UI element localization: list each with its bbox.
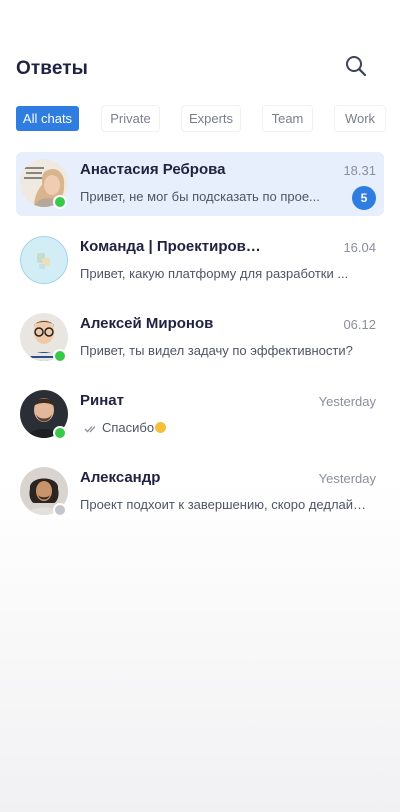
offline-status-indicator [53,503,67,517]
page-title: Ответы [16,58,88,79]
chat-time: 06.12 [343,317,376,332]
chat-preview: Привет, ты видел задачу по эффективности… [80,343,353,358]
avatar [20,236,68,284]
chat-name: Анастасия Реброва [80,161,226,178]
chat-name: Александр [80,469,161,486]
chat-item[interactable]: Ринат Yesterday Спасибо [16,383,384,447]
chat-filter-tabs: All chats Private Experts Team Work [16,106,400,131]
chat-item[interactable]: Команда | Проектирование ин... 16.04 При… [16,229,384,293]
chat-item[interactable]: Алексей Миронов 06.12 Привет, ты видел з… [16,306,384,370]
chat-preview: Спасибо [102,420,302,435]
double-check-icon [84,426,96,433]
online-status-indicator [53,426,67,440]
tab-work[interactable]: Work [335,106,385,131]
tab-team[interactable]: Team [263,106,312,131]
chat-item[interactable]: Александр Yesterday Проект подхоит к зав… [16,460,384,524]
chat-time: Yesterday [318,471,376,486]
unread-count-badge: 5 [352,186,376,210]
chat-name: Алексей Миронов [80,315,214,332]
smile-emoji-icon [155,422,167,433]
chat-name: Команда | Проектирование ин... [80,238,266,255]
tab-all-chats[interactable]: All chats [16,106,79,131]
header: Ответы [16,52,384,88]
chat-preview: Привет, не мог бы подсказать по прое... [80,189,320,204]
chat-preview: Привет, какую платформу для разработки .… [80,266,349,281]
online-status-indicator [53,195,67,209]
chat-time: 16.04 [343,240,376,255]
chat-item[interactable]: Анастасия Реброва 18.31 Привет, не мог б… [16,152,384,216]
tab-private[interactable]: Private [102,106,159,131]
chat-preview-text: Спасибо [102,420,155,435]
search-icon[interactable] [344,54,368,78]
tab-experts[interactable]: Experts [182,106,240,131]
chat-time: Yesterday [318,394,376,409]
online-status-indicator [53,349,67,363]
chat-list-screen: Ответы All chats Private Experts Team Wo… [0,0,400,812]
chat-preview: Проект подхоит к завершению, скоро дедла… [80,497,370,512]
chat-time: 18.31 [343,163,376,178]
chat-name: Ринат [80,392,124,409]
